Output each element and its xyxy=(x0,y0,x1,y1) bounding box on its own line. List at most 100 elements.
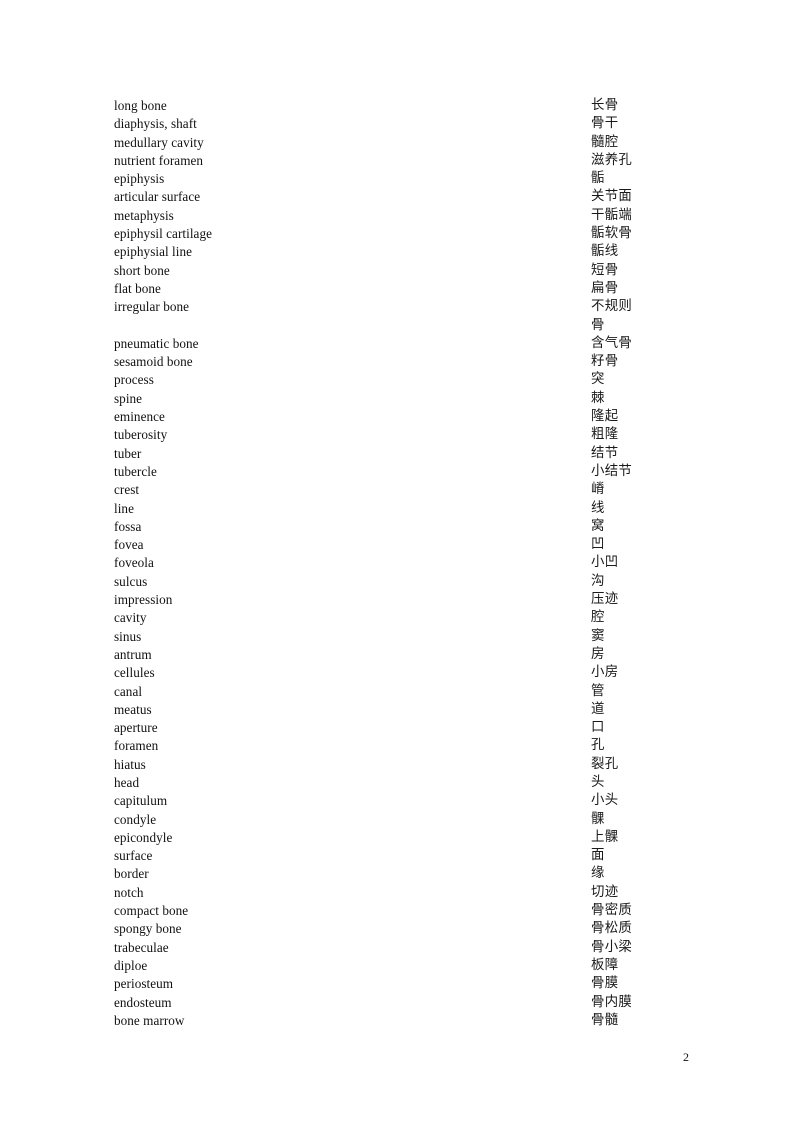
document-page: long bone 长骨 diaphysis, shaft 骨干 medullary c… xyxy=(0,0,800,1132)
glossary-term-chinese: 关节面 xyxy=(591,189,633,205)
glossary-row: cavity 腔 xyxy=(114,609,694,627)
glossary-term-english: sesamoid bone xyxy=(114,354,193,370)
glossary-term-english: trabeculae xyxy=(114,939,169,955)
glossary-term-english: spine xyxy=(114,390,143,406)
glossary-term-chinese: 长骨 xyxy=(591,98,619,113)
glossary-row: meatus 道 xyxy=(114,701,694,719)
glossary-term-chinese: 线 xyxy=(591,500,605,516)
glossary-term-chinese: 骺 xyxy=(591,171,605,187)
glossary-term-english: line xyxy=(114,500,134,516)
glossary-term-english: fovea xyxy=(114,537,144,553)
glossary-term-english: foveola xyxy=(114,555,154,571)
glossary-term-chinese: 滋养孔 xyxy=(591,152,633,168)
glossary-row: bone marrow 骨髓 xyxy=(114,1012,694,1030)
glossary-term-english: cavity xyxy=(114,610,147,626)
glossary-row: surface 面 xyxy=(114,847,694,865)
glossary-row: foveola 小凹 xyxy=(114,554,694,572)
glossary-row: process 突 xyxy=(114,371,694,389)
glossary-row: aperture 口 xyxy=(114,719,694,737)
glossary-row: pneumatic bone 含气骨 xyxy=(114,335,694,353)
glossary-term-chinese: 沟 xyxy=(591,573,605,589)
glossary-term-english: periosteum xyxy=(114,976,174,992)
glossary-term-chinese: 道 xyxy=(591,701,605,717)
glossary-term-english: cellules xyxy=(114,665,155,681)
glossary-term-english: tuber xyxy=(114,445,142,461)
glossary-term-chinese: 骺软骨 xyxy=(591,226,633,242)
glossary-term-english: epiphysial line xyxy=(114,244,193,260)
glossary-term-english: process xyxy=(114,372,154,388)
glossary-term-english: flat bone xyxy=(114,280,161,296)
glossary-term-chinese: 切迹 xyxy=(591,884,619,900)
glossary-term-chinese: 板障 xyxy=(591,957,619,973)
glossary-term-english: spongy bone xyxy=(114,921,182,937)
glossary-term-english: sinus xyxy=(114,628,142,644)
glossary-term-english: epicondyle xyxy=(114,829,173,845)
glossary-term-chinese: 骨密质 xyxy=(591,903,633,919)
glossary-row: short bone 短骨 xyxy=(114,262,694,280)
glossary-term-english: articular surface xyxy=(114,189,201,205)
glossary-term-english: antrum xyxy=(114,646,152,662)
glossary-term-chinese: 小凹 xyxy=(591,555,619,571)
glossary-row: foramen 孔 xyxy=(114,737,694,755)
glossary-term-chinese: 含气骨 xyxy=(591,335,633,351)
glossary-term-english: endosteum xyxy=(114,994,172,1010)
glossary-term-english: bone marrow xyxy=(114,1012,185,1028)
glossary-row: articular surface 关节面 xyxy=(114,188,694,206)
glossary-term-chinese: 骺线 xyxy=(591,244,619,260)
glossary-row: tuber 结节 xyxy=(114,445,694,463)
glossary-row: 骨 xyxy=(114,317,694,335)
glossary-row: compact bone 骨密质 xyxy=(114,902,694,920)
glossary-row: capitulum 小头 xyxy=(114,792,694,810)
glossary-row: trabeculae 骨小梁 xyxy=(114,939,694,957)
glossary-term-english: notch xyxy=(114,884,144,900)
glossary-term-english: crest xyxy=(114,482,140,498)
glossary-row: long bone 长骨 xyxy=(114,97,694,115)
glossary-term-chinese: 房 xyxy=(591,646,605,662)
glossary-term-english: capitulum xyxy=(114,793,168,809)
glossary-row: irregular bone 不规则 xyxy=(114,298,694,316)
glossary-row: impression 压迹 xyxy=(114,591,694,609)
glossary-row: flat bone 扁骨 xyxy=(114,280,694,298)
glossary-term-chinese: 粗隆 xyxy=(591,427,619,443)
glossary-term-chinese: 骨髓 xyxy=(591,1012,619,1028)
glossary-term-chinese: 小房 xyxy=(591,665,619,681)
glossary-term-chinese: 缘 xyxy=(591,866,605,882)
glossary-term-english: condyle xyxy=(114,811,157,827)
glossary-term-english: head xyxy=(114,774,140,790)
glossary-term-english: diploe xyxy=(114,957,148,973)
glossary-term-english: tuberosity xyxy=(114,427,168,443)
glossary-term-english: sulcus xyxy=(114,573,148,589)
glossary-term-chinese: 结节 xyxy=(591,445,619,461)
glossary-row: head 头 xyxy=(114,774,694,792)
glossary-row: crest 嵴 xyxy=(114,481,694,499)
bilingual-glossary-list: long bone 长骨 diaphysis, shaft 骨干 medullary c… xyxy=(114,97,694,1030)
glossary-row: fossa 窝 xyxy=(114,518,694,536)
glossary-term-english: nutrient foramen xyxy=(114,152,204,168)
glossary-row: endosteum 骨内膜 xyxy=(114,994,694,1012)
glossary-row: notch 切迹 xyxy=(114,884,694,902)
glossary-row: diploe 板障 xyxy=(114,957,694,975)
glossary-term-english: epiphysil cartilage xyxy=(114,226,212,242)
glossary-term-chinese: 干骺端 xyxy=(591,207,633,223)
glossary-term-english: medullary cavity xyxy=(114,134,204,150)
glossary-row: canal 管 xyxy=(114,683,694,701)
glossary-row: medullary cavity 髓腔 xyxy=(114,134,694,152)
glossary-term-chinese: 管 xyxy=(591,683,605,699)
glossary-row: epiphysial line 骺线 xyxy=(114,243,694,261)
glossary-term-chinese: 棘 xyxy=(591,390,605,406)
glossary-term-english: metaphysis xyxy=(114,207,174,223)
glossary-term-english: impression xyxy=(114,592,173,608)
glossary-term-english: surface xyxy=(114,848,153,864)
glossary-term-english: fossa xyxy=(114,518,142,534)
glossary-row: cellules 小房 xyxy=(114,664,694,682)
glossary-row: border 缘 xyxy=(114,865,694,883)
page-number: 2 xyxy=(683,1050,689,1064)
glossary-term-english: pneumatic bone xyxy=(114,335,199,351)
glossary-term-english: meatus xyxy=(114,701,152,717)
glossary-term-english: eminence xyxy=(114,409,165,425)
glossary-term-chinese: 不规则 xyxy=(591,299,633,315)
glossary-term-chinese: 短骨 xyxy=(591,262,619,278)
glossary-row: eminence 隆起 xyxy=(114,408,694,426)
glossary-term-english: canal xyxy=(114,683,143,699)
glossary-row: nutrient foramen 滋养孔 xyxy=(114,152,694,170)
